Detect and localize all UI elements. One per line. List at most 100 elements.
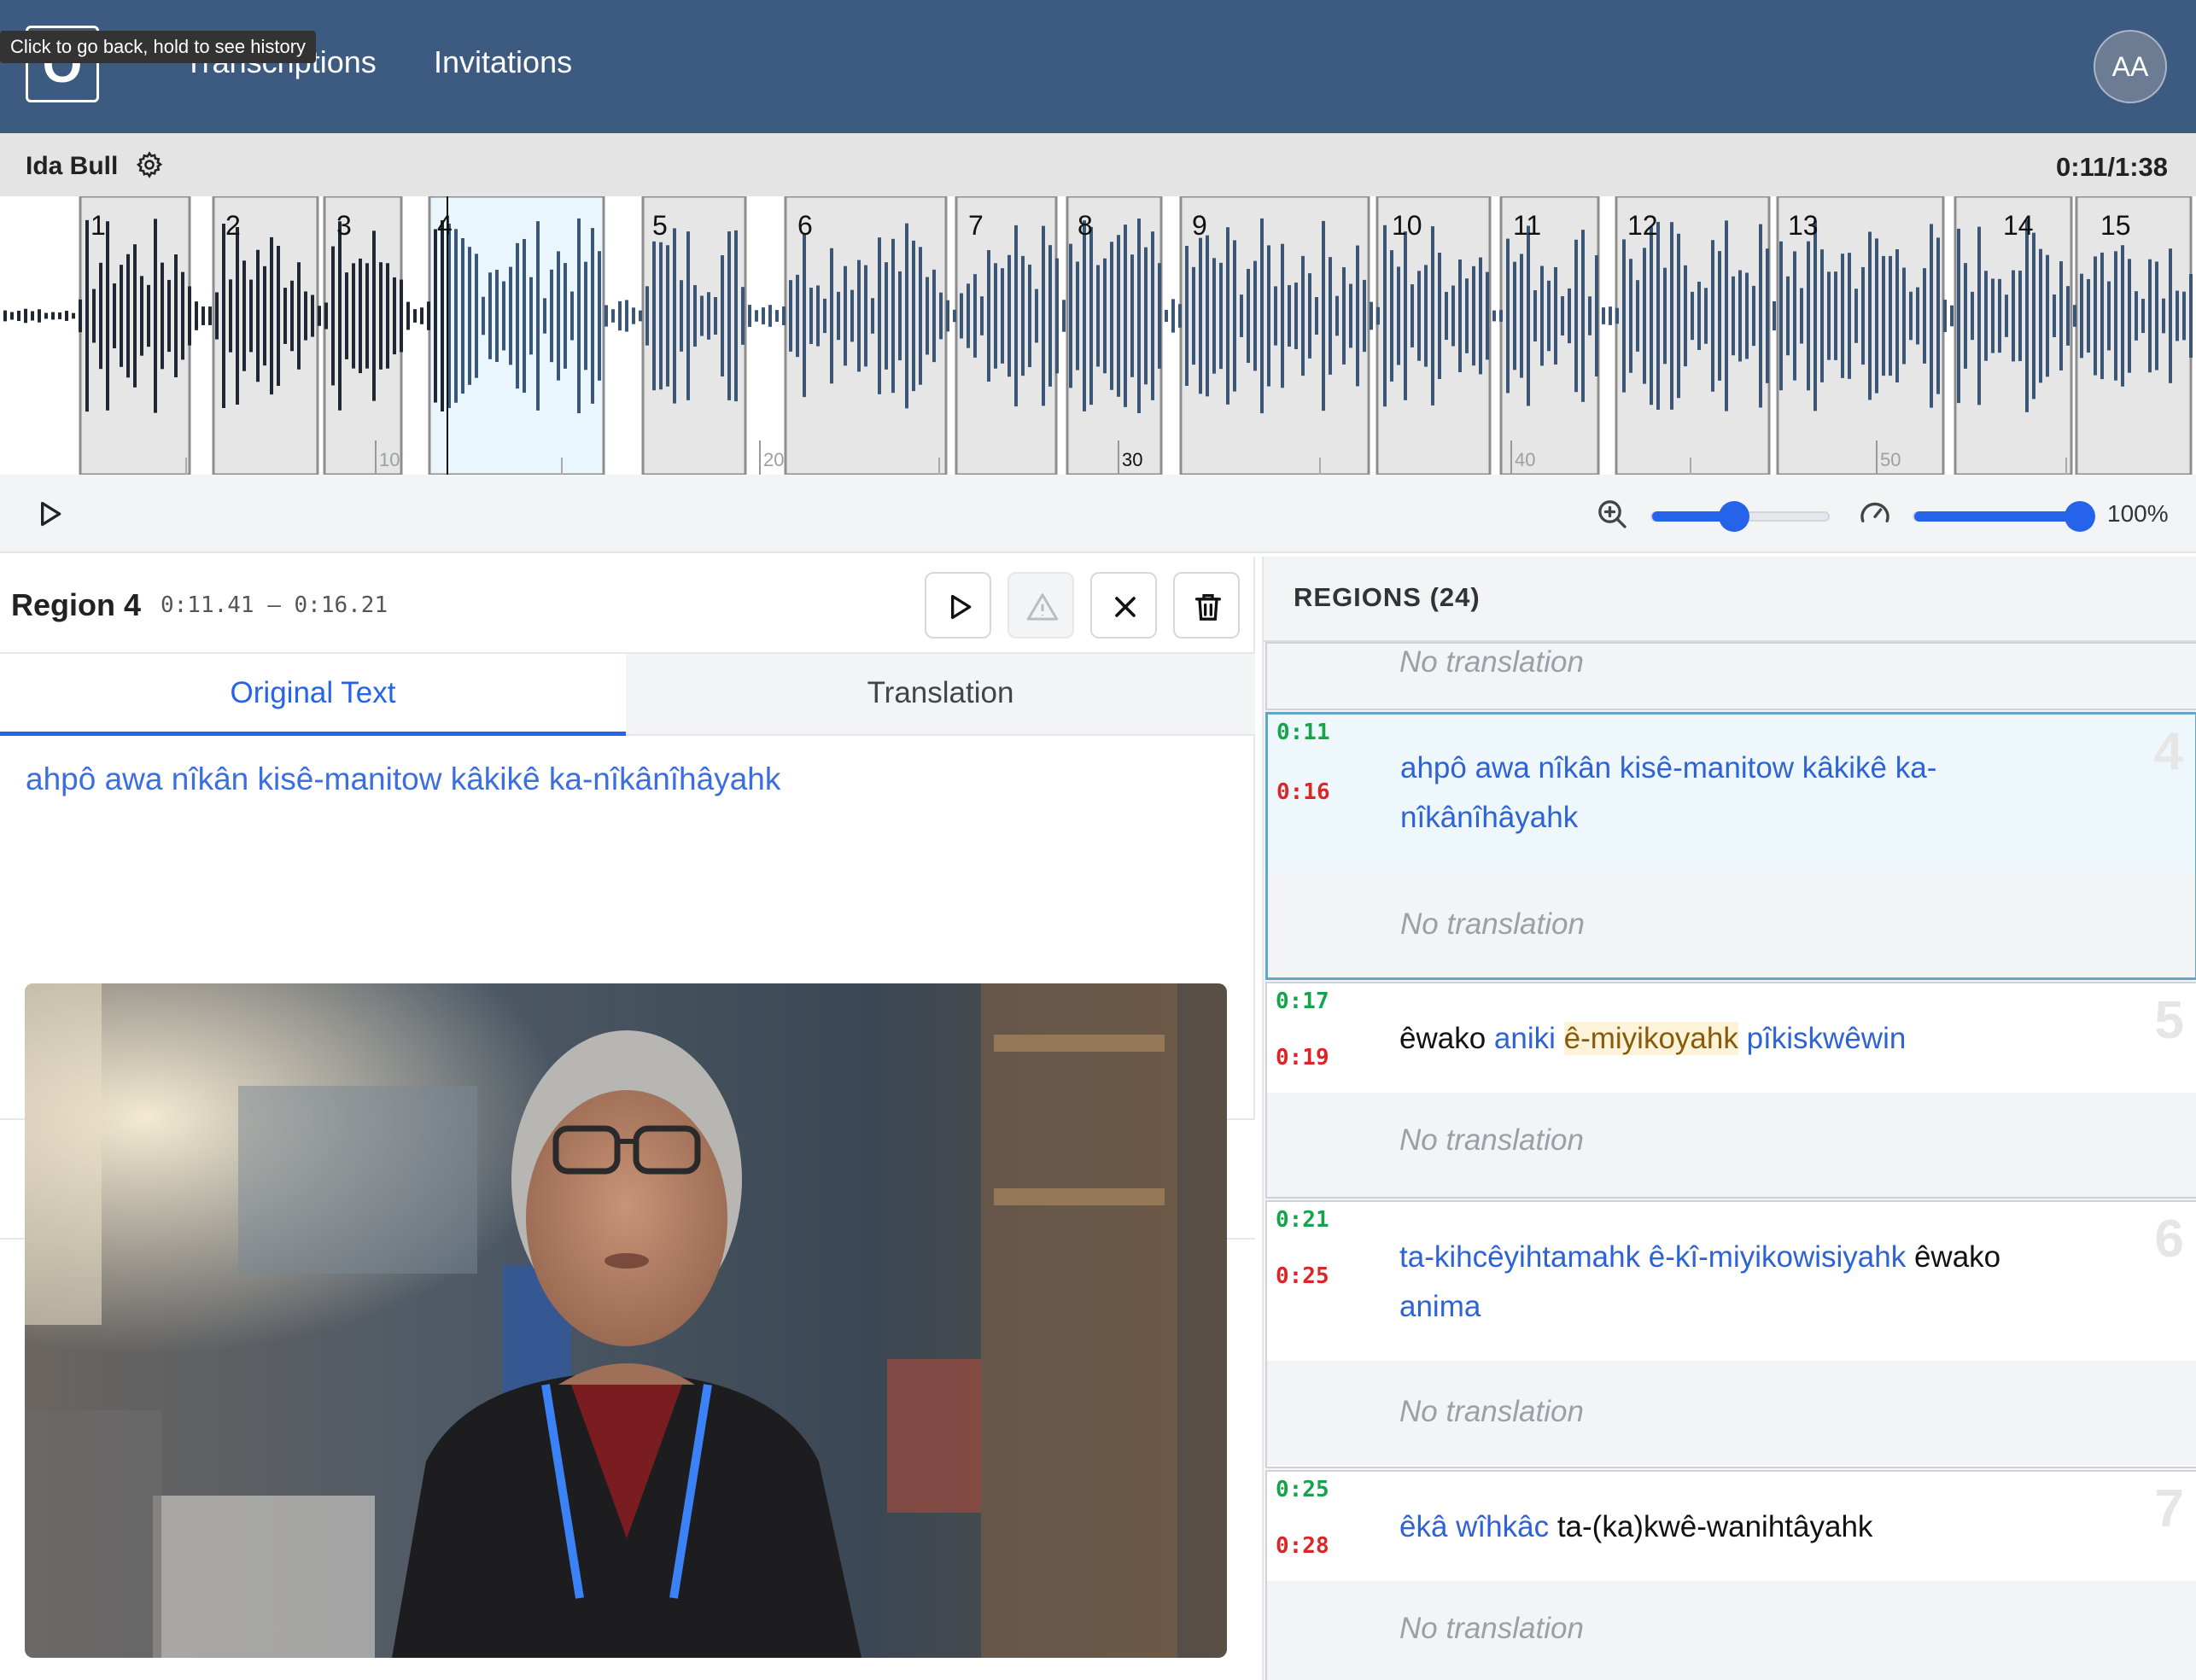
waveform-bar (502, 281, 505, 351)
video-player[interactable] (25, 983, 1227, 1658)
waveform-bar (967, 283, 970, 348)
region-card[interactable]: 0:25 0:28 7 êkâ wîhkâc ta-(ka)kwê-waniht… (1265, 1470, 2196, 1680)
waveform-bar (1281, 243, 1284, 388)
waveform-bar (1643, 248, 1646, 384)
waveform-bar (816, 285, 820, 347)
waveform-bar (1588, 296, 1592, 335)
waveform-bar (1103, 258, 1107, 374)
flag-warning-button[interactable] (1007, 572, 1074, 639)
waveform-region-number: 12 (1627, 210, 1658, 241)
waveform-bar (980, 296, 984, 335)
delete-region-button[interactable] (1173, 572, 1240, 639)
speed-slider[interactable] (1913, 501, 2095, 532)
region-translation[interactable]: No translation (1267, 644, 2196, 709)
waveform-bar (885, 262, 888, 370)
waveform-bar (1417, 271, 1421, 361)
waveform-bar (2066, 286, 2070, 346)
back-button-tooltip: Click to go back, hold to see history (0, 31, 317, 63)
region-card-selected[interactable]: 0:11 0:16 4 ahpô awa nîkân kisê-manitow … (1265, 712, 2196, 980)
waveform-bar (488, 272, 492, 359)
waveform-bar (1527, 225, 1530, 406)
waveform-region-number: 13 (1788, 210, 1819, 241)
region-original[interactable]: 0:25 0:28 7 êkâ wîhkâc ta-(ka)kwê-waniht… (1267, 1472, 2196, 1581)
waveform-bar (1247, 268, 1250, 364)
waveform-bar (372, 230, 376, 401)
waveform-bar (1069, 243, 1072, 388)
waveform-bar (1506, 238, 1510, 394)
waveform-bar (2162, 298, 2165, 334)
waveform-canvas[interactable]: 1 2 3 4 5 6 7 8 9 10 11 12 13 14 1510 20 30 40 50 (0, 196, 2196, 475)
waveform-bar (2135, 291, 2138, 341)
waveform-bar (65, 311, 68, 321)
waveform-view[interactable]: 1 2 3 4 5 6 7 8 9 10 11 12 13 14 15 10 20 30 40 50 (0, 196, 2196, 475)
waveform-bar (188, 286, 191, 346)
region-number: 4 (2153, 722, 2183, 781)
translation-placeholder: No translation (1400, 907, 1585, 941)
nav-link-invitations[interactable]: Invitations (434, 44, 572, 80)
translation-placeholder: No translation (1399, 1123, 1584, 1157)
waveform-bar (536, 221, 540, 411)
waveform-bar (1055, 258, 1059, 374)
region-card[interactable]: 0:17 0:19 5 êwako aniki ê-miyikoyahk pîk… (1265, 982, 2196, 1199)
waveform-bar (393, 277, 396, 355)
tab-translation[interactable]: Translation (626, 654, 1255, 736)
close-region-button[interactable] (1090, 572, 1157, 639)
waveform-bar (1370, 301, 1373, 330)
waveform-bar (120, 265, 123, 367)
region-original[interactable]: 0:17 0:19 5 êwako aniki ê-miyikoyahk pîk… (1267, 983, 2196, 1093)
region-card[interactable]: No translation (1265, 642, 2196, 710)
waveform-bar (1226, 227, 1229, 405)
playback-time: 0:11/1:38 (2056, 152, 2168, 182)
regions-panel: REGIONS (24) No translation 0:11 0:16 4 … (1262, 557, 2196, 1680)
region-original[interactable]: 0:11 0:16 4 ahpô awa nîkân kisê-manitow … (1268, 715, 2195, 873)
waveform-region-number: 4 (437, 210, 453, 241)
waveform-bar (604, 305, 608, 327)
waveform-bar (1930, 224, 1933, 408)
region-translation[interactable]: No translation (1268, 873, 2195, 977)
waveform-bar (1820, 249, 1824, 382)
region-original[interactable]: 0:21 0:25 6 ta-kihcêyihtamahk ê-kî-miyik… (1267, 1202, 2196, 1361)
waveform-bar (1848, 253, 1851, 379)
waveform-bar (1130, 254, 1134, 377)
waveform-region-number: 7 (968, 210, 984, 241)
waveform-bar (1834, 271, 1837, 360)
user-avatar[interactable]: AA (2094, 30, 2167, 103)
waveform-bar (1793, 251, 1796, 381)
waveform-bar (1178, 304, 1182, 328)
speed-slider-thumb[interactable] (2065, 501, 2095, 532)
waveform-bar (1301, 255, 1305, 376)
gear-icon[interactable] (135, 150, 164, 179)
waveform-bar (2148, 259, 2152, 373)
waveform-bar (878, 237, 881, 394)
waveform-bar (495, 270, 499, 362)
waveform-bar (509, 266, 512, 365)
regions-header: REGIONS (24) (1264, 557, 2196, 642)
tab-original-text[interactable]: Original Text (0, 654, 626, 736)
waveform-bar (1363, 279, 1366, 353)
waveform-bar (1813, 220, 1817, 411)
original-text-content[interactable]: ahpô awa nîkân kisê-manitow kâkikê ka-nî… (26, 761, 780, 797)
waveform-bar (1602, 307, 1605, 324)
waveform-bar (242, 260, 246, 371)
play-icon[interactable] (32, 497, 67, 531)
waveform-bar (2141, 298, 2145, 334)
waveform-bar (2114, 251, 2117, 381)
waveform-bar (516, 242, 519, 389)
zoom-slider[interactable] (1650, 501, 1830, 532)
region-translation[interactable]: No translation (1267, 1361, 2196, 1465)
waveform-bar (406, 301, 410, 330)
speaker-video-frame (25, 983, 1227, 1658)
zoom-slider-thumb[interactable] (1719, 501, 1749, 532)
waveform-bar (2128, 259, 2131, 373)
region-card[interactable]: 0:21 0:25 6 ta-kihcêyihtamahk ê-kî-miyik… (1265, 1200, 2196, 1468)
region-translation[interactable]: No translation (1267, 1093, 2196, 1197)
region-text: êwako aniki ê-miyikoyahk pîkiskwêwin (1399, 1014, 2074, 1064)
region-translation[interactable]: No translation (1267, 1581, 2196, 1680)
waveform-bar (953, 309, 956, 323)
waveform-bar (1957, 228, 1960, 404)
waveform-bar (167, 279, 171, 353)
waveform-bar (338, 221, 342, 411)
region-start-time: 0:17 (1276, 989, 1329, 1014)
play-region-button[interactable] (925, 572, 991, 639)
time-tick-label: 20 (763, 449, 784, 470)
